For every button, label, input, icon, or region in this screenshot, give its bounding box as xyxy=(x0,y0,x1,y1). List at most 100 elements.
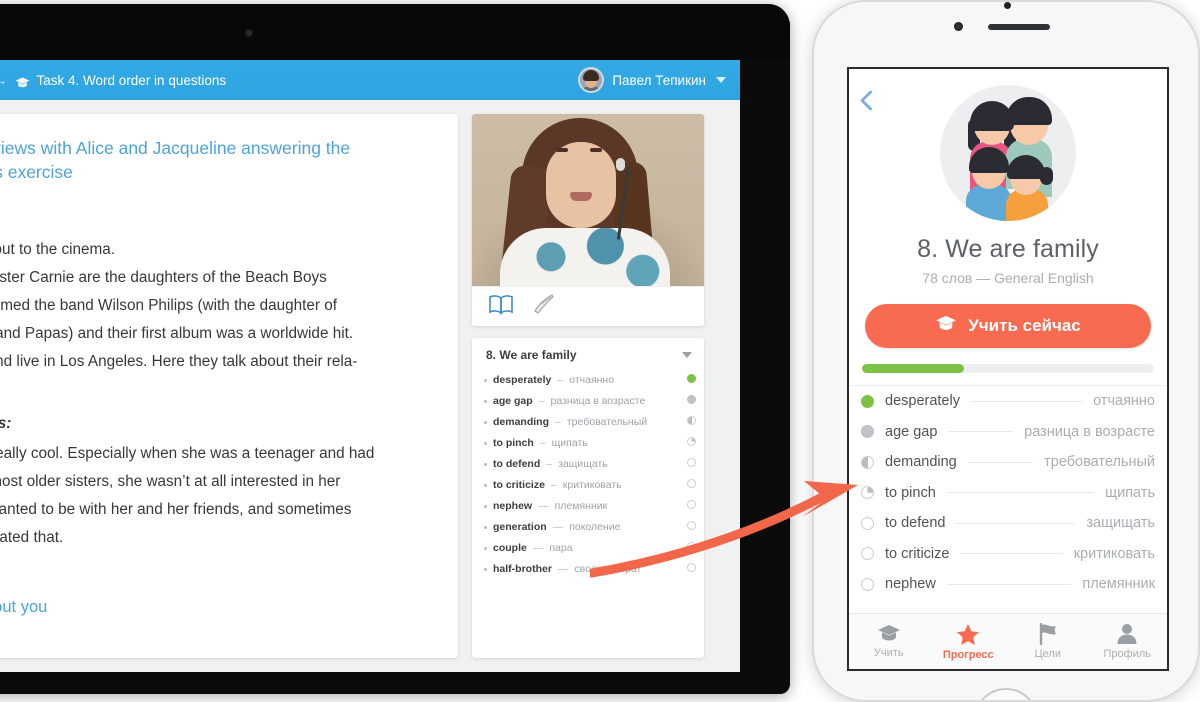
phone-word-row[interactable]: desperately отчаянно xyxy=(849,386,1167,417)
word-en: to defend xyxy=(493,458,541,470)
graduation-cap-icon xyxy=(935,315,957,338)
word-status-p75 xyxy=(861,425,874,439)
phone-word-row[interactable]: age gap разница в возрасте xyxy=(849,417,1167,448)
phone-word-en: demanding xyxy=(885,454,957,471)
word-row[interactable]: demanding – требовательный xyxy=(482,412,696,433)
phone-tab-label: Учить xyxy=(873,647,904,659)
user-menu[interactable]: Павел Тепикин xyxy=(578,67,726,93)
divider xyxy=(948,431,1014,433)
word-row[interactable]: to pinch – щипать xyxy=(482,433,696,454)
word-dash: — xyxy=(552,521,564,533)
lesson-title-line1: nterviews with Alice and Jacqueline answ… xyxy=(0,138,351,158)
word-row[interactable]: age gap – разница в возрасте xyxy=(482,391,696,412)
phone-word-row[interactable]: to pinch щипать xyxy=(849,478,1167,509)
phone-tab-bar: Учить Прогресс Цели Профиль xyxy=(849,613,1167,669)
word-dash: – xyxy=(550,479,557,491)
word-dash: – xyxy=(546,458,553,470)
phone-word-ru: критиковать xyxy=(1073,545,1155,562)
phone-word-en: desperately xyxy=(885,393,960,410)
divider xyxy=(946,583,1072,585)
word-ru: щипать xyxy=(551,437,588,449)
phone-device: 8. We are family 78 слов — General Engli… xyxy=(812,0,1200,702)
chevron-down-icon[interactable] xyxy=(682,352,692,358)
word-ru: требовательный xyxy=(566,416,648,428)
lesson-paragraph-1: mily out to the cinema. xyxy=(0,241,116,258)
bullet-icon xyxy=(484,463,487,466)
phone-word-ru: племянник xyxy=(1082,576,1155,593)
learn-now-button[interactable]: Учить сейчас xyxy=(865,304,1151,348)
phone-tab-label: Прогресс xyxy=(942,648,994,661)
laptop-webcam-icon xyxy=(246,30,252,36)
word-ru: пара xyxy=(549,542,573,554)
word-dash: – xyxy=(538,395,545,407)
phone-word-row[interactable]: to criticize критиковать xyxy=(849,539,1167,570)
chevron-down-icon[interactable] xyxy=(716,77,726,83)
word-status-p25 xyxy=(687,437,696,446)
phone-tab-цели[interactable]: Цели xyxy=(1008,622,1088,660)
pen-icon[interactable] xyxy=(532,293,556,320)
phone-tab-профиль[interactable]: Профиль xyxy=(1088,623,1168,660)
bullet-icon xyxy=(484,568,487,571)
word-status-full xyxy=(687,374,696,383)
video-thumbnail[interactable] xyxy=(472,114,704,286)
phone-word-en: to pinch xyxy=(885,484,936,501)
lesson-link[interactable]: s about you xyxy=(0,598,430,617)
phone-word-row[interactable]: nephew племянник xyxy=(849,569,1167,600)
word-dash: — xyxy=(538,500,549,512)
phone-word-ru: требовательный xyxy=(1044,454,1155,471)
phone-tab-прогресс[interactable]: Прогресс xyxy=(929,623,1009,661)
bullet-icon xyxy=(484,526,487,529)
laptop-bezel xyxy=(0,4,790,60)
phone-word-ru: разница в возрасте xyxy=(1024,423,1155,440)
video-toolbar xyxy=(472,286,704,326)
phone-word-en: to defend xyxy=(885,515,946,532)
phone-word-en: nephew xyxy=(885,576,936,593)
bullet-icon xyxy=(484,547,487,550)
progress-bar xyxy=(862,364,1154,373)
lesson-card: nterviews with Alice and Jacqueline answ… xyxy=(0,114,458,658)
word-ru: отчаянно xyxy=(569,374,615,386)
word-row[interactable]: desperately – отчаянно xyxy=(482,370,696,391)
word-en: couple xyxy=(493,542,527,554)
divider xyxy=(946,492,1095,494)
app-header: are family → Task 4. Word order in quest… xyxy=(0,60,740,100)
phone-home-button[interactable] xyxy=(974,688,1038,700)
phone-screen: 8. We are family 78 слов — General Engli… xyxy=(847,67,1169,671)
phone-word-row[interactable]: to defend защищать xyxy=(849,508,1167,539)
quote-line-2: like most older sisters, she wasn’t at a… xyxy=(0,473,341,490)
phone-tab-label: Цели xyxy=(1034,648,1061,660)
phone-camera-icon xyxy=(954,22,963,31)
flag-icon xyxy=(1037,622,1059,646)
course-hero: 8. We are family 78 слов — General Engli… xyxy=(849,69,1167,373)
phone-tab-учить[interactable]: Учить xyxy=(849,624,929,659)
phone-sensor-icon xyxy=(1004,2,1011,9)
quote-line-3: ely wanted to be with her and her friend… xyxy=(0,496,430,524)
divider xyxy=(956,522,1076,524)
graduation-cap-icon xyxy=(15,75,30,90)
lesson-title: nterviews with Alice and Jacqueline answ… xyxy=(0,136,430,184)
course-subtitle: 78 слов — General English xyxy=(922,270,1094,286)
word-en: age gap xyxy=(493,395,533,407)
lesson-paragraph-4: mas and Papas) and their first album was… xyxy=(0,325,354,342)
word-en: to criticize xyxy=(493,479,545,491)
words-panel-title: 8. We are family xyxy=(486,348,577,362)
divider xyxy=(967,461,1034,463)
word-status xyxy=(687,370,696,391)
divider xyxy=(970,400,1083,402)
word-dash: — xyxy=(532,542,544,554)
quote-line-4: she hated that. xyxy=(0,529,64,546)
quote-line-1: vas really cool. Especially when she was… xyxy=(0,445,375,462)
phone-words-list[interactable]: desperately отчаянно age gap разница в возр… xyxy=(849,385,1167,613)
words-panel-header[interactable]: 8. We are family xyxy=(482,348,696,370)
family-illustration xyxy=(940,85,1076,221)
bullet-icon xyxy=(484,421,487,424)
quote-line-3-rest: wanted to be with her and her friends, a… xyxy=(0,501,352,518)
bullet-icon xyxy=(484,442,487,445)
word-en: demanding xyxy=(493,416,550,428)
word-status-p75 xyxy=(687,395,696,404)
avatar xyxy=(578,67,605,93)
phone-word-row[interactable]: demanding требовательный xyxy=(849,447,1167,478)
book-icon[interactable] xyxy=(488,294,514,320)
word-en: to pinch xyxy=(493,437,534,449)
star-icon xyxy=(956,623,980,646)
